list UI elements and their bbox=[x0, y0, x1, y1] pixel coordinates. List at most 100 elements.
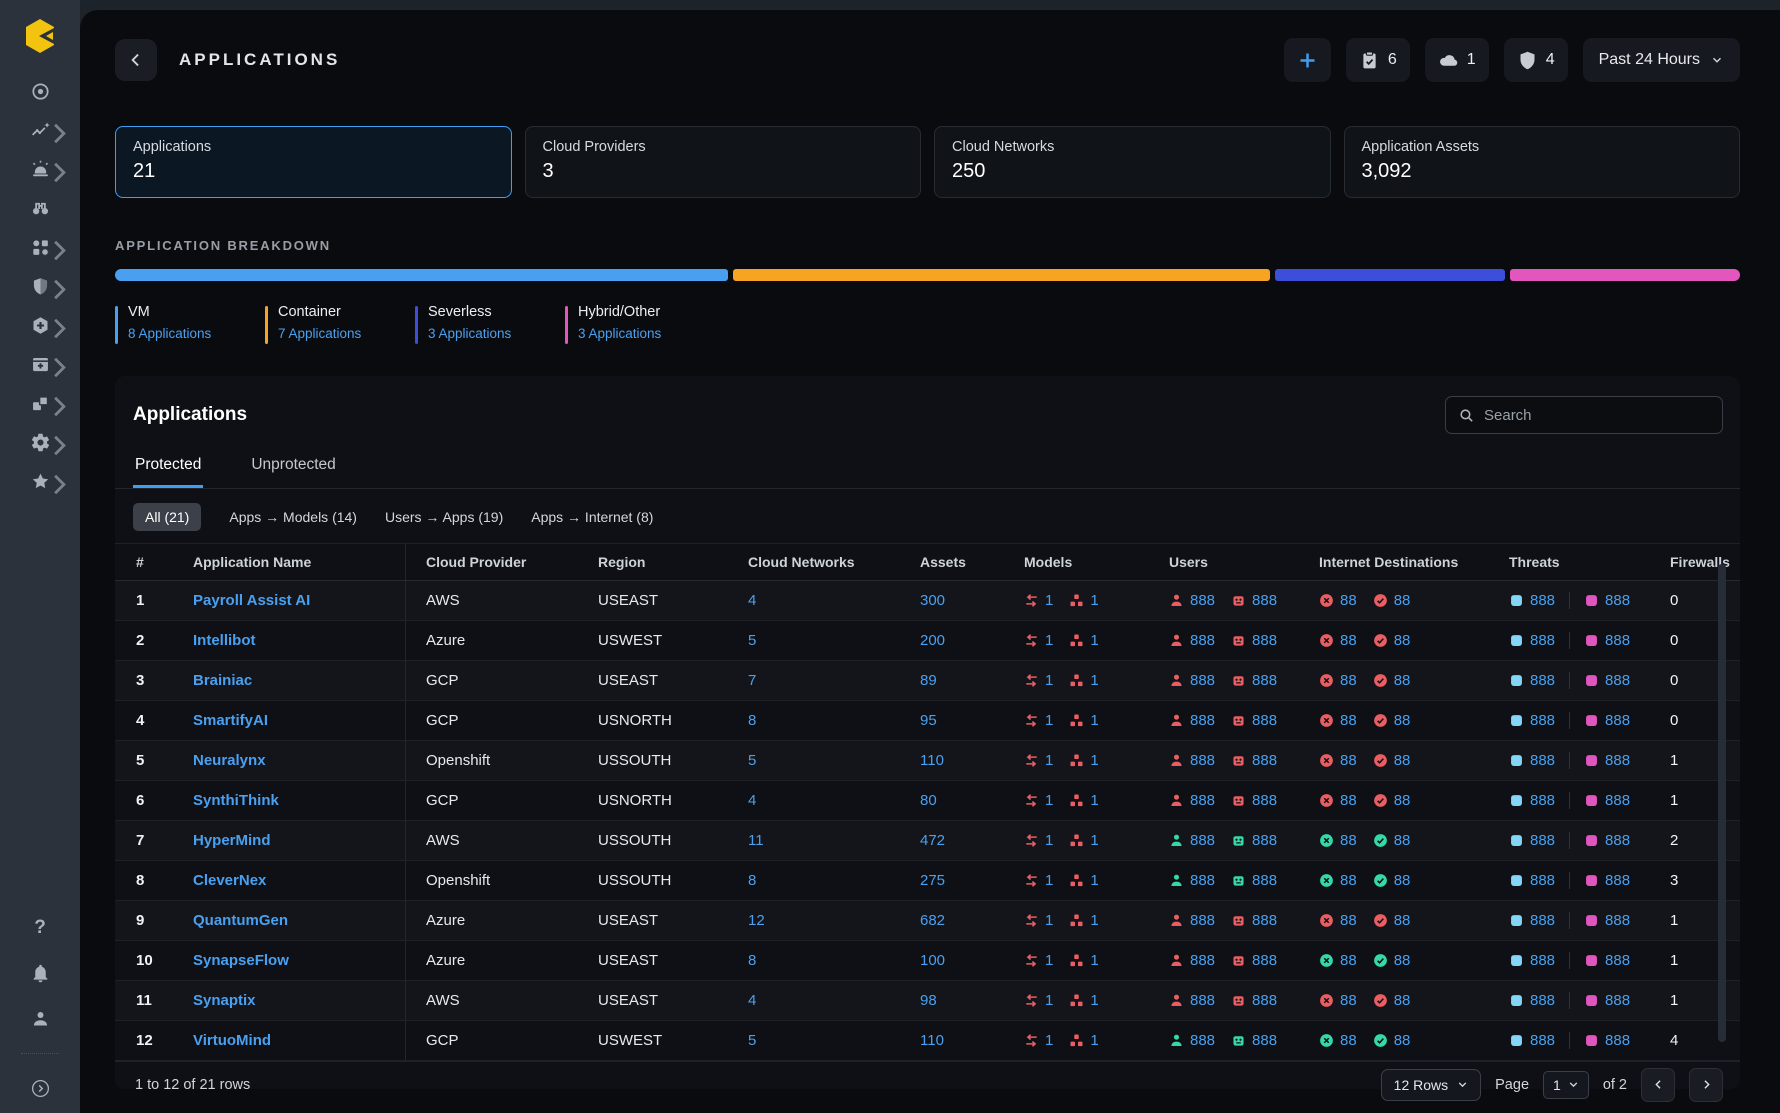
application-name-link[interactable]: Synaptix bbox=[193, 992, 256, 1009]
threat-detections-count-link[interactable]: 888 bbox=[1530, 672, 1555, 689]
threat-detections-count-link[interactable]: 888 bbox=[1530, 952, 1555, 969]
allowed-destinations-count-link[interactable]: 88 bbox=[1394, 952, 1411, 969]
agents-count-link[interactable]: 888 bbox=[1252, 752, 1277, 769]
tasks-badge-button[interactable]: 6 bbox=[1346, 38, 1410, 82]
users-count-link[interactable]: 888 bbox=[1190, 672, 1215, 689]
next-page-button[interactable] bbox=[1689, 1068, 1723, 1102]
help-icon[interactable]: ? bbox=[34, 917, 46, 939]
threat-detections-count-link[interactable]: 888 bbox=[1530, 752, 1555, 769]
threat-alerts-count-link[interactable]: 888 bbox=[1605, 792, 1630, 809]
deployed-models-count-link[interactable]: 1 bbox=[1090, 912, 1098, 929]
threat-alerts-count-link[interactable]: 888 bbox=[1605, 992, 1630, 1009]
filter-chip-all[interactable]: All (21) bbox=[133, 503, 201, 531]
cloud-networks-link[interactable]: 5 bbox=[748, 752, 756, 769]
threat-detections-count-link[interactable]: 888 bbox=[1530, 872, 1555, 889]
application-name-link[interactable]: SmartifyAI bbox=[193, 712, 268, 729]
cloud-networks-link[interactable]: 8 bbox=[748, 872, 756, 889]
assets-link[interactable]: 472 bbox=[920, 832, 945, 849]
application-name-link[interactable]: Payroll Assist AI bbox=[193, 592, 310, 609]
breakdown-segment-severless[interactable] bbox=[1275, 269, 1505, 281]
sidebar-item-settings-icon[interactable] bbox=[18, 431, 62, 453]
model-versions-count-link[interactable]: 1 bbox=[1045, 992, 1053, 1009]
stat-card-applications[interactable]: Applications 21 bbox=[115, 126, 512, 198]
cloud-networks-link[interactable]: 4 bbox=[748, 992, 756, 1009]
allowed-destinations-count-link[interactable]: 88 bbox=[1394, 712, 1411, 729]
model-versions-count-link[interactable]: 1 bbox=[1045, 632, 1053, 649]
users-count-link[interactable]: 888 bbox=[1190, 1032, 1215, 1049]
users-count-link[interactable]: 888 bbox=[1190, 952, 1215, 969]
deployed-models-count-link[interactable]: 1 bbox=[1090, 632, 1098, 649]
sidebar-item-radar-icon[interactable] bbox=[18, 80, 62, 102]
assets-link[interactable]: 80 bbox=[920, 792, 937, 809]
stat-card-application-assets[interactable]: Application Assets 3,092 bbox=[1344, 126, 1741, 198]
breakdown-segment-hybrid-other[interactable] bbox=[1510, 269, 1740, 281]
threat-alerts-count-link[interactable]: 888 bbox=[1605, 672, 1630, 689]
agents-count-link[interactable]: 888 bbox=[1252, 912, 1277, 929]
model-versions-count-link[interactable]: 1 bbox=[1045, 672, 1053, 689]
time-range-dropdown[interactable]: Past 24 Hours bbox=[1583, 38, 1740, 82]
sidebar-item-favorites-icon[interactable] bbox=[18, 470, 62, 492]
model-versions-count-link[interactable]: 1 bbox=[1045, 912, 1053, 929]
column-header-cloud-networks[interactable]: Cloud Networks bbox=[730, 544, 905, 580]
model-versions-count-link[interactable]: 1 bbox=[1045, 752, 1053, 769]
users-count-link[interactable]: 888 bbox=[1190, 872, 1215, 889]
shields-badge-button[interactable]: 4 bbox=[1504, 38, 1568, 82]
agents-count-link[interactable]: 888 bbox=[1252, 712, 1277, 729]
blocked-destinations-count-link[interactable]: 88 bbox=[1340, 832, 1357, 849]
threat-alerts-count-link[interactable]: 888 bbox=[1605, 1032, 1630, 1049]
legend-count-link[interactable]: 7 Applications bbox=[278, 326, 361, 341]
application-name-link[interactable]: SynapseFlow bbox=[193, 952, 289, 969]
blocked-destinations-count-link[interactable]: 88 bbox=[1340, 912, 1357, 929]
column-header-application-name[interactable]: Application Name bbox=[175, 544, 405, 580]
allowed-destinations-count-link[interactable]: 88 bbox=[1394, 912, 1411, 929]
sidebar-item-health-icon[interactable] bbox=[18, 314, 62, 336]
page-number-select[interactable]: 1 bbox=[1543, 1071, 1589, 1099]
stat-card-cloud-networks[interactable]: Cloud Networks 250 bbox=[934, 126, 1331, 198]
application-name-link[interactable]: QuantumGen bbox=[193, 912, 288, 929]
users-count-link[interactable]: 888 bbox=[1190, 712, 1215, 729]
filter-chip-apps-models[interactable]: Apps → Models (14) bbox=[229, 503, 357, 531]
assets-link[interactable]: 89 bbox=[920, 672, 937, 689]
add-button[interactable] bbox=[1284, 38, 1331, 82]
legend-count-link[interactable]: 3 Applications bbox=[578, 326, 661, 341]
deployed-models-count-link[interactable]: 1 bbox=[1090, 672, 1098, 689]
cloud-networks-link[interactable]: 12 bbox=[748, 912, 765, 929]
model-versions-count-link[interactable]: 1 bbox=[1045, 872, 1053, 889]
users-count-link[interactable]: 888 bbox=[1190, 992, 1215, 1009]
deployed-models-count-link[interactable]: 1 bbox=[1090, 832, 1098, 849]
application-name-link[interactable]: SynthiThink bbox=[193, 792, 279, 809]
sidebar-item-discover-icon[interactable] bbox=[18, 197, 62, 219]
notifications-bell-icon[interactable] bbox=[30, 963, 51, 984]
brand-logo-icon[interactable] bbox=[18, 14, 62, 58]
users-count-link[interactable]: 888 bbox=[1190, 832, 1215, 849]
model-versions-count-link[interactable]: 1 bbox=[1045, 1032, 1053, 1049]
allowed-destinations-count-link[interactable]: 88 bbox=[1394, 792, 1411, 809]
allowed-destinations-count-link[interactable]: 88 bbox=[1394, 672, 1411, 689]
assets-link[interactable]: 275 bbox=[920, 872, 945, 889]
rows-per-page-dropdown[interactable]: 12 Rows bbox=[1381, 1069, 1481, 1101]
agents-count-link[interactable]: 888 bbox=[1252, 792, 1277, 809]
blocked-destinations-count-link[interactable]: 88 bbox=[1340, 712, 1357, 729]
users-count-link[interactable]: 888 bbox=[1190, 792, 1215, 809]
allowed-destinations-count-link[interactable]: 88 bbox=[1394, 592, 1411, 609]
users-count-link[interactable]: 888 bbox=[1190, 912, 1215, 929]
agents-count-link[interactable]: 888 bbox=[1252, 632, 1277, 649]
sidebar-item-monitoring-icon[interactable] bbox=[18, 119, 62, 141]
threat-alerts-count-link[interactable]: 888 bbox=[1605, 632, 1630, 649]
model-versions-count-link[interactable]: 1 bbox=[1045, 832, 1053, 849]
deployed-models-count-link[interactable]: 1 bbox=[1090, 792, 1098, 809]
threat-detections-count-link[interactable]: 888 bbox=[1530, 592, 1555, 609]
deployed-models-count-link[interactable]: 1 bbox=[1090, 1032, 1098, 1049]
agents-count-link[interactable]: 888 bbox=[1252, 872, 1277, 889]
assets-link[interactable]: 200 bbox=[920, 632, 945, 649]
threat-alerts-count-link[interactable]: 888 bbox=[1605, 912, 1630, 929]
cloud-networks-link[interactable]: 4 bbox=[748, 592, 756, 609]
column-header-users[interactable]: Users bbox=[1135, 544, 1285, 580]
threat-alerts-count-link[interactable]: 888 bbox=[1605, 712, 1630, 729]
users-count-link[interactable]: 888 bbox=[1190, 592, 1215, 609]
column-header-[interactable]: # bbox=[115, 544, 175, 580]
sidebar-item-security-icon[interactable] bbox=[18, 275, 62, 297]
sidebar-item-app-window-icon[interactable] bbox=[18, 353, 62, 375]
column-header-models[interactable]: Models bbox=[990, 544, 1135, 580]
threat-detections-count-link[interactable]: 888 bbox=[1530, 912, 1555, 929]
